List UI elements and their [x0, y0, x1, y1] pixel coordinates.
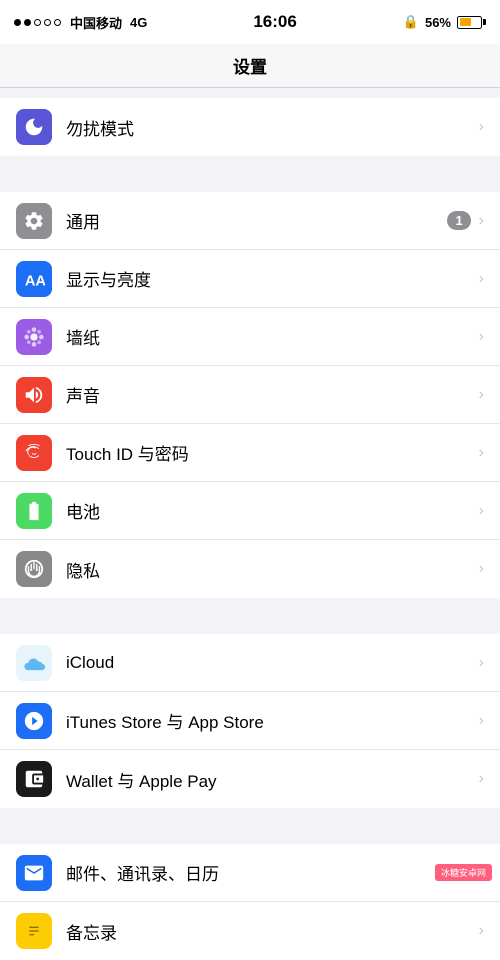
- sounds-icon: [16, 377, 52, 413]
- status-right: 🔒 56%: [403, 14, 486, 30]
- wallet-icon: [16, 761, 52, 797]
- dnd-label: 勿扰模式: [66, 115, 479, 140]
- general-label: 通用: [66, 208, 447, 233]
- battery-percent: 56%: [425, 15, 451, 30]
- wallet-right: ›: [479, 770, 484, 788]
- notes-chevron: ›: [479, 922, 484, 940]
- sounds-right: ›: [479, 386, 484, 404]
- item-battery[interactable]: 电池 ›: [0, 482, 500, 540]
- gap-3: [0, 808, 500, 844]
- itunes-right: ›: [479, 712, 484, 730]
- settings-content: 勿扰模式 › 通用 1 › AA: [0, 88, 500, 960]
- item-sounds[interactable]: 声音 ›: [0, 366, 500, 424]
- icloud-right: ›: [479, 654, 484, 672]
- carrier-text: 中国移动: [70, 13, 122, 32]
- dot3: [34, 19, 41, 26]
- itunes-label: iTunes Store 与 App Store: [66, 708, 479, 733]
- general-badge: 1: [447, 211, 470, 230]
- dnd-chevron: ›: [479, 118, 484, 136]
- nav-title: 设置: [233, 53, 267, 78]
- mail-icon: [16, 855, 52, 891]
- item-touchid[interactable]: Touch ID 与密码 ›: [0, 424, 500, 482]
- item-wallpaper[interactable]: 墙纸 ›: [0, 308, 500, 366]
- dot2: [24, 19, 31, 26]
- section-accounts: iCloud › iTunes Store 与 App Store ›: [0, 634, 500, 808]
- wallpaper-label: 墙纸: [66, 324, 479, 349]
- item-icloud[interactable]: iCloud ›: [0, 634, 500, 692]
- gap-1: [0, 156, 500, 192]
- mail-label: 邮件、通讯录、日历: [66, 860, 479, 885]
- general-right: 1 ›: [447, 211, 484, 230]
- section-general: 通用 1 › AA 显示与亮度 ›: [0, 192, 500, 598]
- dnd-icon: [16, 109, 52, 145]
- wallet-label: Wallet 与 Apple Pay: [66, 767, 479, 792]
- wallpaper-right: ›: [479, 328, 484, 346]
- sounds-label: 声音: [66, 382, 479, 407]
- section-apps: 邮件、通讯录、日历 › 备忘录 ›: [0, 844, 500, 960]
- item-general[interactable]: 通用 1 ›: [0, 192, 500, 250]
- wallet-chevron: ›: [479, 770, 484, 788]
- battery-settings-icon: [16, 493, 52, 529]
- icloud-chevron: ›: [479, 654, 484, 672]
- display-right: ›: [479, 270, 484, 288]
- status-left: 中国移动 4G: [14, 13, 147, 32]
- icloud-icon: [16, 645, 52, 681]
- network-type: 4G: [130, 15, 147, 30]
- gap-top: [0, 88, 500, 98]
- section-dnd: 勿扰模式 ›: [0, 98, 500, 156]
- status-bar: 中国移动 4G 16:06 🔒 56%: [0, 0, 500, 44]
- notes-icon: [16, 913, 52, 949]
- item-do-not-disturb[interactable]: 勿扰模式 ›: [0, 98, 500, 156]
- display-icon: AA: [16, 261, 52, 297]
- privacy-label: 隐私: [66, 557, 479, 582]
- battery-body: [457, 16, 482, 29]
- wallpaper-chevron: ›: [479, 328, 484, 346]
- item-mail[interactable]: 邮件、通讯录、日历 ›: [0, 844, 500, 902]
- itunes-chevron: ›: [479, 712, 484, 730]
- touchid-chevron: ›: [479, 444, 484, 462]
- nav-header: 设置: [0, 44, 500, 88]
- item-display[interactable]: AA 显示与亮度 ›: [0, 250, 500, 308]
- sounds-chevron: ›: [479, 386, 484, 404]
- display-label: 显示与亮度: [66, 266, 479, 291]
- privacy-right: ›: [479, 560, 484, 578]
- touchid-icon: [16, 435, 52, 471]
- general-icon: [16, 203, 52, 239]
- item-wallet[interactable]: Wallet 与 Apple Pay ›: [0, 750, 500, 808]
- battery-tip: [483, 19, 486, 25]
- itunes-icon: [16, 703, 52, 739]
- privacy-icon: [16, 551, 52, 587]
- dot5: [54, 19, 61, 26]
- battery-icon: [457, 16, 486, 29]
- dot1: [14, 19, 21, 26]
- lock-icon: 🔒: [403, 14, 419, 30]
- dot4: [44, 19, 51, 26]
- status-time: 16:06: [253, 12, 296, 32]
- signal-dots: [14, 19, 61, 26]
- battery-label: 电池: [66, 498, 479, 523]
- battery-right: ›: [479, 502, 484, 520]
- wallpaper-icon: [16, 319, 52, 355]
- gap-2: [0, 598, 500, 634]
- item-notes[interactable]: 备忘录 ›: [0, 902, 500, 960]
- item-privacy[interactable]: 隐私 ›: [0, 540, 500, 598]
- icloud-label: iCloud: [66, 653, 479, 673]
- touchid-label: Touch ID 与密码: [66, 440, 479, 465]
- general-chevron: ›: [479, 212, 484, 230]
- svg-text:AA: AA: [25, 273, 45, 289]
- watermark: 冰糖安卓网: [435, 864, 492, 881]
- dnd-right: ›: [479, 118, 484, 136]
- notes-right: ›: [479, 922, 484, 940]
- notes-label: 备忘录: [66, 919, 479, 944]
- battery-fill: [460, 18, 471, 26]
- display-chevron: ›: [479, 270, 484, 288]
- item-itunes[interactable]: iTunes Store 与 App Store ›: [0, 692, 500, 750]
- privacy-chevron: ›: [479, 560, 484, 578]
- touchid-right: ›: [479, 444, 484, 462]
- battery-chevron: ›: [479, 502, 484, 520]
